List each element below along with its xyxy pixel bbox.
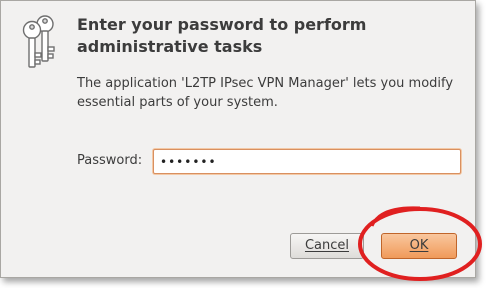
- auth-dialog: Enter your password to perform administr…: [0, 0, 476, 278]
- dialog-title: Enter your password to perform administr…: [77, 15, 367, 56]
- dialog-description: The application 'L2TP IPsec VPN Manager'…: [77, 76, 454, 110]
- ok-button-label: OK: [409, 238, 429, 253]
- ok-button[interactable]: OK: [381, 233, 457, 259]
- password-label: Password:: [77, 153, 143, 168]
- password-field[interactable]: [153, 149, 461, 174]
- keys-icon: [22, 15, 55, 68]
- cancel-button[interactable]: Cancel: [290, 233, 364, 259]
- cancel-button-label: Cancel: [304, 238, 350, 253]
